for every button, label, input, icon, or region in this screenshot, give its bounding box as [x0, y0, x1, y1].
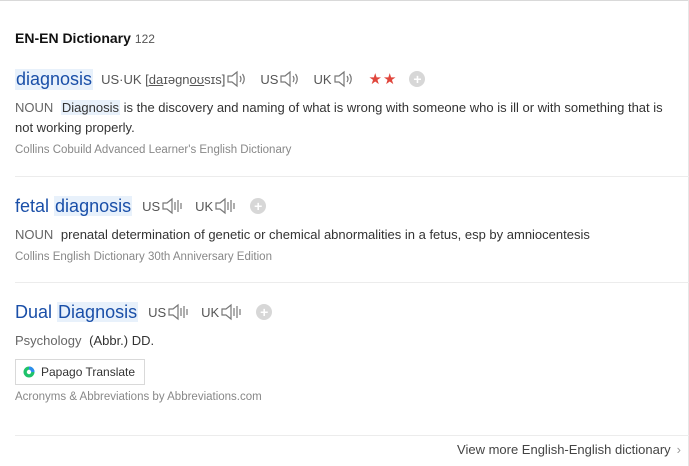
view-more-label: View more English-English dictionary [457, 442, 671, 457]
speaker-icon[interactable] [226, 70, 250, 88]
field-label: Psychology [15, 333, 82, 348]
star-rating: ★★ [368, 71, 398, 88]
pron-part: gn [175, 71, 190, 87]
papago-translate-button[interactable]: Papago Translate [15, 359, 146, 385]
us-label: US [148, 304, 167, 320]
us-speaker-icon[interactable] [161, 197, 185, 215]
entry-fetal-diagnosis: fetal diagnosis US UK + NOUN prenatal de… [15, 195, 675, 263]
uk-speaker-icon[interactable] [214, 197, 238, 215]
add-to-wordbook-button[interactable]: + [250, 198, 267, 214]
definition: NOUN Diagnosis is the discovery and nami… [15, 98, 675, 138]
definition: Psychology (Abbr.) DD. [15, 331, 675, 351]
chevron-right-icon: › [676, 442, 681, 457]
divider [15, 176, 689, 177]
word-part-highlight: diagnosis [54, 195, 133, 216]
divider [15, 282, 689, 283]
papago-translate-label: Papago Translate [41, 365, 136, 379]
section-title: EN-EN Dictionary [15, 30, 131, 46]
uk-label: UK [195, 198, 214, 214]
word-part: Dual [15, 301, 53, 322]
uk-label: UK [313, 71, 332, 87]
word-part-highlight: Diagnosis [57, 301, 139, 322]
part-of-speech: NOUN [15, 227, 54, 242]
papago-logo-icon [23, 366, 35, 378]
source-label: Collins English Dictionary 30th Annivers… [15, 251, 272, 263]
source-label: Acronyms & Abbreviations by Abbreviation… [15, 391, 262, 403]
us-speaker-icon[interactable] [279, 70, 303, 88]
entry-head: fetal diagnosis US UK + [15, 195, 675, 217]
entry-word-link[interactable]: diagnosis [15, 68, 94, 90]
uk-speaker-icon[interactable] [333, 70, 357, 88]
add-to-wordbook-button[interactable]: + [256, 304, 273, 320]
definition-text: (Abbr.) DD. [89, 333, 155, 348]
part-of-speech: NOUN [15, 100, 54, 115]
top-border [0, 0, 689, 1]
definition-headword: Diagnosis [60, 100, 120, 115]
section-header: EN-EN Dictionary 122 [15, 30, 155, 48]
entry-dual-diagnosis: Dual Diagnosis US UK + Psychology (Abbr.… [15, 301, 675, 403]
result-count: 122 [134, 32, 155, 46]
divider [15, 435, 689, 436]
pron-part: sɪs] [204, 71, 226, 87]
entry-word-link[interactable]: fetal diagnosis [15, 195, 133, 217]
add-to-wordbook-button[interactable]: + [409, 71, 426, 87]
word-part: fetal [15, 195, 50, 216]
us-speaker-icon[interactable] [167, 303, 191, 321]
entry-head: diagnosis US·UK [daɪəgnoʊsɪs] US UK ★★ + [15, 68, 675, 90]
entry-head: Dual Diagnosis US UK + [15, 301, 675, 323]
pron-prefix: US·UK [ [101, 71, 149, 87]
uk-label: UK [201, 304, 220, 320]
pronunciation: US·UK [daɪəgnoʊsɪs] [101, 72, 225, 87]
definition: NOUN prenatal determination of genetic o… [15, 225, 675, 245]
view-more-link[interactable]: View more English-English dictionary › [457, 442, 681, 457]
entry-word-link[interactable]: Dual Diagnosis [15, 301, 139, 323]
us-label: US [260, 71, 279, 87]
source-label: Collins Cobuild Advanced Learner's Engli… [15, 144, 292, 156]
pron-part: oʊ [189, 71, 205, 87]
pron-part: ɪə [163, 71, 176, 87]
us-label: US [142, 198, 161, 214]
definition-text: prenatal determination of genetic or che… [60, 227, 590, 242]
entry-diagnosis: diagnosis US·UK [daɪəgnoʊsɪs] US UK ★★ +… [15, 68, 675, 156]
pron-part: da [148, 71, 164, 87]
uk-speaker-icon[interactable] [220, 303, 244, 321]
